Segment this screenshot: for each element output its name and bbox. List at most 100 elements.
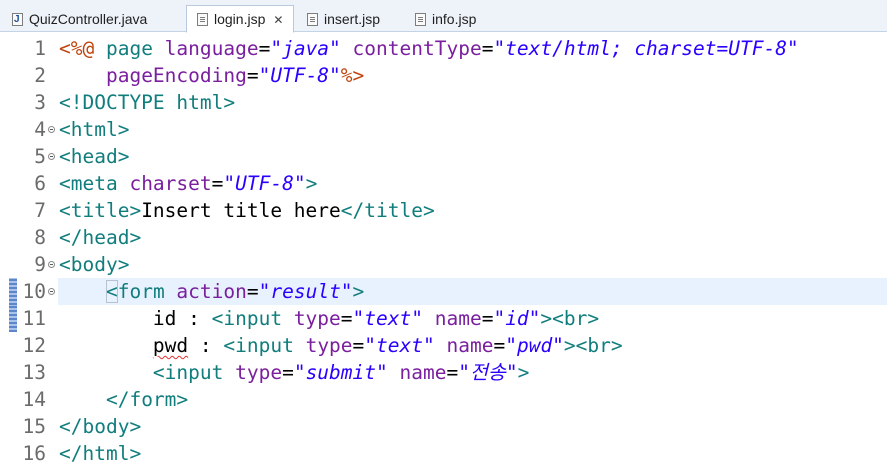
code-token: type (235, 361, 283, 384)
code-text: <title>Insert title here</title> (59, 197, 435, 224)
code-token: page (105, 37, 165, 60)
code-token: "text/html; charset=UTF-8" (493, 37, 799, 60)
code-text: <head> (59, 143, 129, 170)
code-token: html (176, 91, 224, 114)
line-gutter: 4 (0, 116, 58, 143)
line-number: 1 (34, 37, 46, 60)
code-line[interactable]: 9 <body> (0, 251, 887, 278)
code-token: pwd (152, 334, 189, 357)
code-token: type (305, 334, 353, 357)
close-tab-icon[interactable]: ✕ (273, 7, 283, 33)
code-token: > (352, 280, 365, 303)
editor-tab-bar: QuizController.java login.jsp ✕ insert.js… (0, 0, 887, 33)
code-token: <input (152, 361, 236, 384)
code-token: contentType (352, 37, 482, 60)
code-text: <form action="result"> (59, 278, 364, 305)
line-number: 9 (34, 253, 46, 276)
code-text: <%@ page language="java" contentType="te… (59, 35, 799, 62)
line-number: 15 (22, 415, 46, 438)
change-marker (9, 278, 17, 305)
tab-info-jsp[interactable]: info.jsp (405, 6, 505, 32)
code-token: = (211, 172, 224, 195)
code-token: = (246, 280, 259, 303)
code-line[interactable]: 2 pageEncoding="UTF-8"%> (0, 62, 887, 89)
line-number: 4 (34, 118, 46, 141)
code-line[interactable]: 3 <!DOCTYPE html> (0, 89, 887, 116)
code-token: name (434, 307, 482, 330)
code-text: </body> (59, 413, 141, 440)
code-line[interactable]: 6 <meta charset="UTF-8"> (0, 170, 887, 197)
jsp-file-icon (197, 13, 208, 26)
code-text: </form> (59, 386, 188, 413)
code-token: ><br> (540, 307, 600, 330)
code-token: <!DOCTYPE (59, 91, 177, 114)
code-token: > (223, 91, 236, 114)
line-gutter: 6 (0, 170, 58, 197)
jsp-file-icon (307, 13, 318, 26)
code-line[interactable]: 10 <form action="result"> (0, 278, 887, 305)
code-line[interactable]: 15 </body> (0, 413, 887, 440)
code-token: "text" (352, 307, 423, 330)
code-token: = (258, 37, 271, 60)
line-number: 2 (34, 64, 46, 87)
code-line[interactable]: 11 id : <input type="text" name="id"><br… (0, 305, 887, 332)
line-number: 8 (34, 226, 46, 249)
code-token: ><br> (563, 334, 623, 357)
code-text: <body> (59, 251, 129, 278)
code-editor[interactable]: 1 <%@ page language="java" contentType="t… (0, 32, 887, 469)
java-file-icon (12, 7, 23, 33)
code-text: pwd : <input type="text" name="pwd"><br> (59, 332, 623, 359)
code-line[interactable]: 8 </head> (0, 224, 887, 251)
code-token: = (481, 307, 494, 330)
code-line[interactable]: 7 <title>Insert title here</title> (0, 197, 887, 224)
code-token: = (246, 64, 259, 87)
code-token: <head> (59, 145, 130, 168)
line-gutter: 16 (0, 440, 58, 467)
code-token: </title> (340, 199, 435, 222)
fold-collapse-icon[interactable] (48, 261, 55, 268)
code-token: <%@ (59, 37, 106, 60)
tab-login-jsp[interactable]: login.jsp ✕ (186, 5, 294, 33)
code-line[interactable]: 13 <input type="submit" name="전송"> (0, 359, 887, 386)
code-token: id : (152, 307, 212, 330)
tab-label: login.jsp (214, 11, 266, 27)
line-gutter: 13 (0, 359, 58, 386)
code-token: <input (211, 307, 294, 330)
code-token: name (399, 361, 447, 384)
code-token: "id" (493, 307, 541, 330)
code-line[interactable]: 1 <%@ page language="java" contentType="t… (0, 35, 887, 62)
fold-collapse-icon[interactable] (48, 153, 55, 160)
code-token: <title> (59, 199, 142, 222)
code-line[interactable]: 12 pwd : <input type="text" name="pwd"><… (0, 332, 887, 359)
code-line[interactable]: 4 <html> (0, 116, 887, 143)
line-gutter: 10 (0, 278, 58, 305)
line-gutter: 5 (0, 143, 58, 170)
code-token: language (164, 37, 259, 60)
tab-label: QuizController.java (29, 11, 148, 27)
code-line[interactable]: 16 </html> (0, 440, 887, 467)
code-token: type (293, 307, 341, 330)
line-number: 7 (34, 199, 46, 222)
code-text: </html> (59, 440, 141, 467)
line-gutter: 1 (0, 35, 58, 62)
code-token: : (188, 334, 224, 357)
code-line[interactable]: 14 </form> (0, 386, 887, 413)
code-text: <input type="submit" name="전송"> (59, 359, 529, 386)
code-token: </form> (105, 388, 189, 411)
code-token: "전송" (458, 361, 518, 384)
code-token: <html> (59, 118, 130, 141)
tab-insert-jsp[interactable]: insert.jsp (297, 6, 405, 32)
line-number: 5 (34, 145, 46, 168)
code-token: %> (340, 64, 365, 87)
code-line[interactable]: 5 <head> (0, 143, 887, 170)
fold-collapse-icon[interactable] (48, 288, 55, 295)
fold-collapse-icon[interactable] (48, 126, 55, 133)
code-token: > (517, 361, 530, 384)
code-text: <html> (59, 116, 129, 143)
tab-quizcontroller-java[interactable]: QuizController.java (2, 6, 186, 33)
code-token: = (481, 37, 494, 60)
code-text: </head> (59, 224, 141, 251)
line-gutter: 2 (0, 62, 58, 89)
